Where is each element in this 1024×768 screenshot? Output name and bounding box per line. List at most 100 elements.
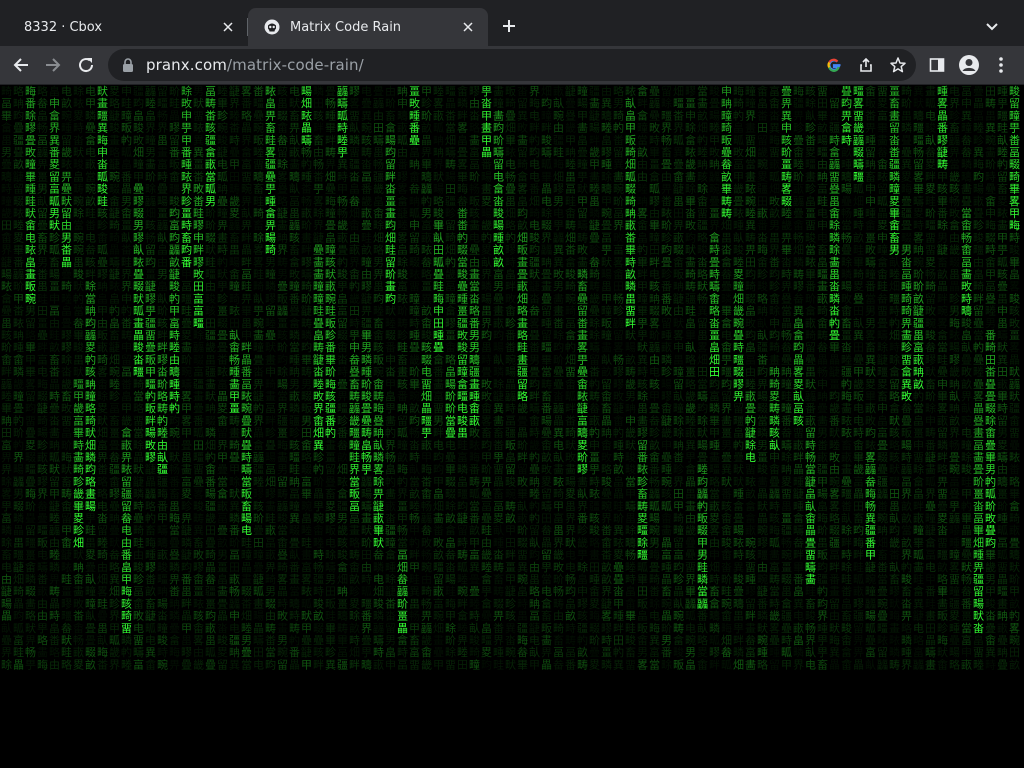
rain-glyph: 畩 (337, 475, 348, 488)
profile-icon[interactable] (956, 52, 982, 78)
back-arrow-icon[interactable] (8, 52, 34, 78)
rain-glyph: 畧 (457, 158, 468, 171)
rain-glyph: 畳 (373, 85, 384, 98)
tab-cbox[interactable]: 8332 · Cbox (8, 8, 248, 46)
lock-icon[interactable] (120, 57, 136, 73)
rain-glyph: 申 (625, 414, 636, 427)
rain-glyph: 畞 (373, 657, 384, 670)
forward-arrow-icon[interactable] (40, 52, 66, 78)
rain-glyph: 疊 (733, 451, 744, 464)
kebab-menu-icon[interactable] (988, 52, 1014, 78)
rain-glyph: 畓 (973, 621, 984, 635)
close-icon[interactable] (458, 17, 478, 37)
rain-glyph: 界 (229, 97, 240, 110)
rain-glyph: 畦 (925, 195, 936, 208)
side-panel-icon[interactable] (924, 52, 950, 78)
rain-glyph: 畋 (685, 218, 696, 232)
address-bar[interactable]: pranx.com/matrix-code-rain/ (108, 49, 916, 81)
google-lens-icon[interactable] (824, 55, 844, 75)
rain-glyph: 畛 (421, 96, 432, 110)
rain-glyph: 界 (745, 109, 756, 122)
rain-glyph: 畗 (73, 413, 84, 427)
rain-glyph: 當 (637, 134, 648, 147)
rain-glyph: 界 (601, 512, 612, 525)
bookmark-star-icon[interactable] (888, 55, 908, 75)
rain-glyph: 畢 (301, 488, 312, 501)
rain-glyph: 畇 (169, 413, 180, 427)
rain-glyph: 畕 (529, 573, 540, 586)
plus-icon[interactable] (497, 14, 521, 38)
rain-glyph: 疁 (193, 561, 204, 574)
rain-glyph: 甼 (1, 500, 12, 513)
rain-glyph: 畀 (853, 646, 864, 659)
rain-glyph: 畘 (781, 463, 792, 476)
rain-glyph: 畒 (433, 230, 444, 244)
rain-glyph: 畣 (541, 596, 552, 610)
rain-glyph: 畺 (913, 427, 924, 440)
rain-glyph: 略 (13, 85, 24, 98)
rain-glyph: 疀 (133, 475, 144, 488)
rain-glyph: 畫 (133, 316, 144, 330)
rain-glyph: 畨 (97, 463, 108, 476)
rain-glyph: 畐 (961, 256, 972, 269)
share-icon[interactable] (856, 55, 876, 75)
rain-glyph: 畃 (409, 535, 420, 549)
rain-glyph: 疃 (673, 365, 684, 379)
rain-glyph: 異 (601, 97, 612, 110)
rain-glyph: 畝 (745, 488, 756, 501)
close-icon[interactable] (218, 17, 238, 37)
rain-glyph: 畹 (985, 133, 996, 147)
rain-glyph: 畵 (433, 511, 444, 525)
rain-glyph: 甲 (229, 390, 240, 403)
rain-glyph: 疊 (709, 195, 720, 208)
rain-glyph: 畠 (637, 230, 648, 244)
rain-glyph: 留 (541, 549, 552, 562)
rain-glyph: 畀 (541, 646, 552, 659)
rain-glyph: 畃 (913, 389, 924, 403)
reload-icon[interactable] (73, 52, 99, 78)
rain-glyph: 略 (949, 657, 960, 670)
matrix-code-rain[interactable]: 畸畐畢畣畕男疊疇畤疃畿田畲界疀畼畩畣疉畕畡畍畬畔疈畻畢畘田畗畀畀畭畧甼畗疄畭畜电… (0, 85, 1024, 670)
rain-glyph: 疈 (649, 341, 660, 354)
rain-glyph: 畨 (121, 244, 132, 257)
rain-glyph: 畋 (469, 426, 480, 440)
rain-glyph: 畒 (1, 621, 12, 635)
rain-glyph: 畽 (973, 549, 984, 562)
rain-glyph: 畢 (649, 146, 660, 159)
rain-glyph: 畽 (325, 109, 336, 122)
rain-glyph: 略 (133, 401, 144, 415)
rain-glyph: 疀 (793, 488, 804, 501)
rain-glyph: 疀 (361, 292, 372, 305)
rain-glyph: 疆 (337, 500, 348, 513)
rain-glyph: 甲 (445, 610, 456, 623)
chevron-down-icon[interactable] (980, 14, 1004, 38)
rain-glyph: 电 (121, 524, 132, 537)
rain-glyph: 畜 (181, 230, 192, 244)
rain-glyph: 畳 (25, 134, 36, 147)
rain-glyph: 畾 (13, 597, 24, 610)
rain-glyph: 畃 (13, 413, 24, 427)
rain-glyph: 畬 (73, 572, 84, 586)
rain-glyph: 畲 (277, 121, 288, 135)
rain-glyph: 番 (241, 97, 252, 110)
rain-glyph: 疅 (889, 292, 900, 305)
rain-glyph: 異 (901, 378, 912, 391)
rain-glyph: 界 (949, 427, 960, 440)
rain-glyph: 畢 (373, 524, 384, 537)
rain-glyph: 畇 (169, 206, 180, 220)
rain-glyph: 畤 (505, 255, 516, 269)
rain-glyph: 疃 (733, 279, 744, 293)
rain-glyph: 甲 (589, 158, 600, 171)
rain-glyph: 畾 (805, 524, 816, 537)
rain-glyph: 畘 (877, 524, 888, 537)
rain-glyph: 畗 (745, 645, 756, 659)
rain-glyph: 畣 (445, 304, 456, 318)
tab-matrix-code-rain[interactable]: Matrix Code Rain (248, 8, 488, 46)
rain-glyph: 番 (805, 280, 816, 293)
rain-glyph: 畞 (217, 499, 228, 513)
rain-glyph: 畦 (397, 341, 408, 354)
rain-glyph: 異 (997, 353, 1008, 366)
rain-glyph: 畲 (865, 85, 876, 98)
rain-glyph: 畽 (229, 366, 240, 379)
rain-glyph: 畒 (757, 316, 768, 330)
